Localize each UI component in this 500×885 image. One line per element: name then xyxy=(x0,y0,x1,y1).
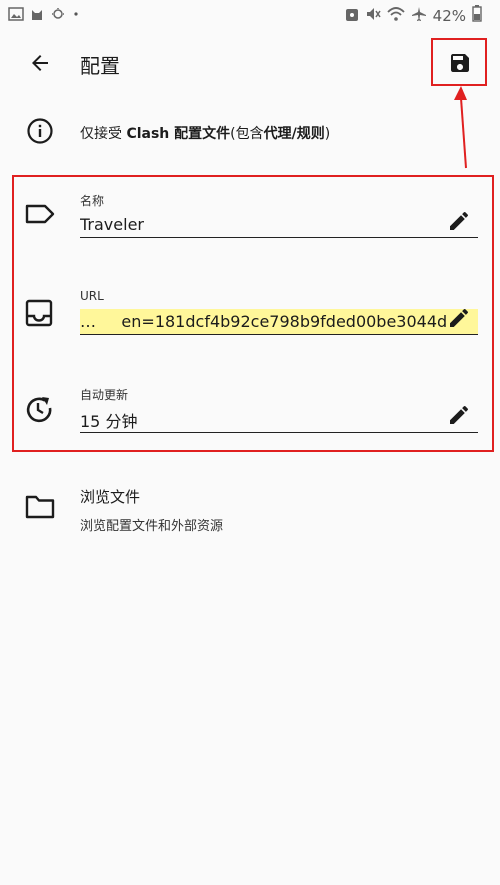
arrow-left-icon xyxy=(32,55,48,71)
inbox-icon xyxy=(24,298,54,332)
url-label: URL xyxy=(80,289,104,303)
name-input[interactable] xyxy=(80,212,478,238)
auto-update-input[interactable] xyxy=(80,407,478,433)
browse-files-title: 浏览文件 xyxy=(80,488,141,506)
url-input[interactable] xyxy=(80,309,478,335)
info-text: 仅接受 Clash 配置文件(包含代理/规则) xyxy=(80,126,331,142)
browse-files-item[interactable]: 浏览文件 浏览配置文件和外部资源 xyxy=(0,478,500,542)
battery-icon xyxy=(472,5,482,26)
tag-icon xyxy=(24,202,56,230)
pencil-icon xyxy=(450,405,468,424)
vpn-key-icon xyxy=(345,6,359,26)
edit-url-button[interactable] xyxy=(447,306,471,330)
name-label: 名称 xyxy=(80,194,105,208)
browse-files-subtitle: 浏览配置文件和外部资源 xyxy=(80,519,224,534)
info-icon xyxy=(26,117,54,149)
clock-refresh-icon xyxy=(24,394,56,430)
airplane-icon xyxy=(411,6,427,26)
app-bar: 配置 xyxy=(0,28,500,98)
floppy-disk-icon xyxy=(451,54,469,72)
status-bar: 42% xyxy=(0,0,500,28)
pencil-icon xyxy=(450,211,468,230)
save-button[interactable] xyxy=(448,51,472,75)
sun-icon xyxy=(50,6,66,25)
edit-auto-update-button[interactable] xyxy=(447,403,471,427)
url-field-row: URL xyxy=(0,278,500,358)
folder-icon xyxy=(24,493,56,525)
mute-icon xyxy=(365,6,381,26)
info-row: 仅接受 Clash 配置文件(包含代理/规则) xyxy=(0,112,500,156)
pencil-icon xyxy=(450,308,468,327)
name-field-row: 名称 xyxy=(0,180,500,260)
auto-update-label: 自动更新 xyxy=(80,388,129,402)
save-highlight-box xyxy=(431,38,487,86)
battery-percent: 42% xyxy=(432,6,466,25)
wifi-icon xyxy=(387,6,405,26)
gallery-icon xyxy=(8,6,24,25)
page-title: 配置 xyxy=(80,54,120,78)
auto-update-field-row: 自动更新 xyxy=(0,374,500,454)
back-button[interactable] xyxy=(22,48,58,78)
edit-name-button[interactable] xyxy=(447,209,471,233)
cat-icon xyxy=(30,6,44,25)
dot-icon xyxy=(72,6,80,25)
